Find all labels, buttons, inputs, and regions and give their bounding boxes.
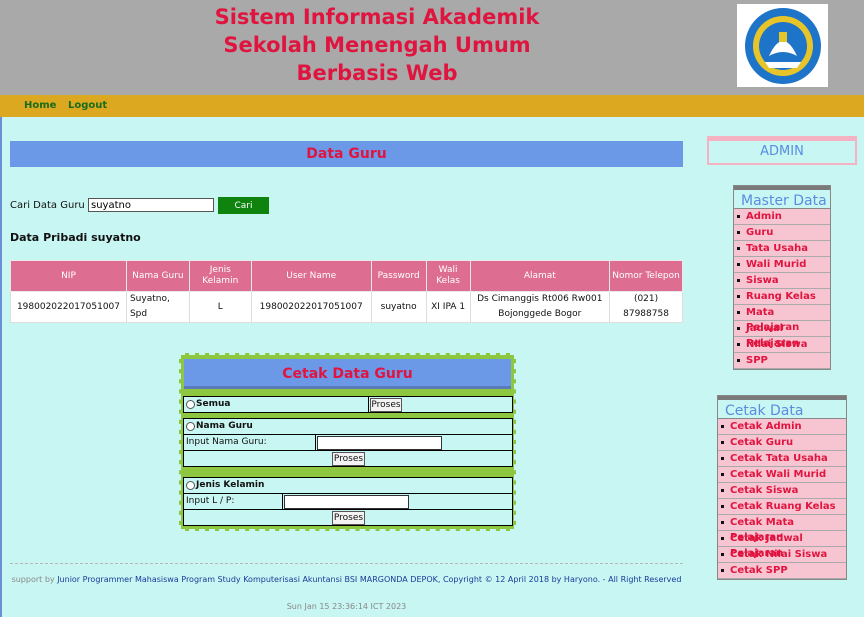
menu-item-siswa[interactable]: Siswa bbox=[734, 273, 830, 289]
menu-item-mata-pelajaran[interactable]: Mata Pelajaran bbox=[734, 305, 830, 333]
jenis-kelamin-label: Jenis Kelamin bbox=[196, 480, 265, 490]
logout-link[interactable]: Logout bbox=[68, 100, 107, 111]
page-title: Data Guru bbox=[10, 141, 683, 167]
jenis-kelamin-option: Jenis Kelamin bbox=[186, 480, 264, 490]
navbar: Home Logout bbox=[0, 95, 864, 117]
menu-item-wali-murid[interactable]: Wali Murid bbox=[734, 257, 830, 273]
menu-item-jadwal-pelajaran[interactable]: Jadwal Pelajaran bbox=[734, 321, 830, 349]
header-jenis-kelamin: Jenis Kelamin bbox=[188, 260, 252, 292]
cetak-data-menu: Cetak Data Cetak Admin Cetak Guru Cetak … bbox=[717, 395, 847, 580]
jenis-kelamin-input[interactable] bbox=[284, 495, 409, 509]
menu-item-cetak-spp[interactable]: Cetak SPP bbox=[718, 563, 846, 579]
footer-date: Sun Jan 15 23:36:14 ICT 2023 bbox=[286, 602, 407, 611]
search-button[interactable]: Cari bbox=[218, 197, 269, 214]
home-link[interactable]: Home bbox=[24, 100, 56, 111]
site-title-line3: Berbasis Web bbox=[296, 61, 458, 85]
header-nip: NIP bbox=[10, 260, 127, 292]
guru-table: NIP Nama Guru Jenis Kelamin User Name Pa… bbox=[10, 260, 683, 323]
cetak-row-nama-guru: Nama Guru Input Nama Guru: Proses bbox=[183, 418, 513, 467]
menu-item-cetak-nilai-siswa[interactable]: Cetak Nilai Siswa bbox=[718, 547, 846, 563]
menu-item-cetak-siswa[interactable]: Cetak Siswa bbox=[718, 483, 846, 499]
menu-item-cetak-admin[interactable]: Cetak Admin bbox=[718, 419, 846, 435]
footer-prefix: support by bbox=[11, 575, 55, 584]
header-user-name: User Name bbox=[250, 260, 372, 292]
master-data-menu: Master Data Admin Guru Tata Usaha Wali M… bbox=[733, 185, 831, 370]
menu-item-tata-usaha[interactable]: Tata Usaha bbox=[734, 241, 830, 257]
menu-item-cetak-guru[interactable]: Cetak Guru bbox=[718, 435, 846, 451]
semua-label: Semua bbox=[196, 399, 231, 409]
menu-item-cetak-ruang-kelas[interactable]: Cetak Ruang Kelas bbox=[718, 499, 846, 515]
nama-guru-option: Nama Guru bbox=[186, 421, 253, 431]
proses-semua-button[interactable]: Proses bbox=[370, 398, 402, 412]
header-alamat: Alamat bbox=[469, 260, 611, 292]
cell-alamat: Ds Cimanggis Rt006 Rw001 Bojonggede Bogo… bbox=[469, 291, 611, 323]
footer-credit: Junior Programmer Mahasiswa Program Stud… bbox=[57, 575, 682, 584]
section-title: Data Pribadi suyatno bbox=[10, 231, 141, 244]
cell-nip: 198002022017051007 bbox=[10, 291, 127, 323]
menu-item-spp[interactable]: SPP bbox=[734, 353, 830, 369]
menu-item-guru[interactable]: Guru bbox=[734, 225, 830, 241]
table-header-row: NIP Nama Guru Jenis Kelamin User Name Pa… bbox=[10, 260, 683, 292]
menu-item-cetak-wali-murid[interactable]: Cetak Wali Murid bbox=[718, 467, 846, 483]
site-title: Sistem Informasi Akademik Sekolah Meneng… bbox=[150, 3, 604, 87]
search-label: Cari Data Guru : bbox=[10, 200, 92, 211]
footer-divider bbox=[10, 563, 683, 564]
footer: support by Junior Programmer Mahasiswa P… bbox=[10, 572, 683, 587]
menu-item-admin[interactable]: Admin bbox=[734, 209, 830, 225]
semua-radio[interactable] bbox=[186, 399, 195, 409]
cetak-title: Cetak Data Guru bbox=[184, 359, 511, 389]
table-row: 198002022017051007 Suyatno, Spd L 198002… bbox=[10, 291, 683, 323]
nama-guru-label: Nama Guru bbox=[196, 421, 253, 431]
header-nomor-telepon: Nomor Telepon bbox=[609, 260, 683, 292]
proses-nama-guru-button[interactable]: Proses bbox=[332, 452, 365, 466]
admin-badge: ADMIN bbox=[707, 136, 857, 165]
input-lp-label: Input L / P: bbox=[186, 496, 235, 506]
menu-item-cetak-jadwal-pelajaran[interactable]: Cetak Jadwal Pelajaran bbox=[718, 531, 846, 559]
site-title-line1: Sistem Informasi Akademik bbox=[214, 5, 540, 29]
cetak-data-guru-panel: Cetak Data Guru Semua Proses Nama Guru I… bbox=[179, 353, 516, 531]
cell-nama-guru: Suyatno, Spd bbox=[125, 291, 190, 323]
header-banner: Sistem Informasi Akademik Sekolah Meneng… bbox=[0, 0, 864, 95]
input-nama-guru-label: Input Nama Guru: bbox=[186, 437, 267, 447]
menu-item-cetak-mata-pelajaran[interactable]: Cetak Mata Pelajaran bbox=[718, 515, 846, 543]
cetak-data-title: Cetak Data bbox=[718, 396, 846, 419]
menu-item-cetak-tata-usaha[interactable]: Cetak Tata Usaha bbox=[718, 451, 846, 467]
tut-wuri-handayani-logo-icon bbox=[737, 4, 828, 87]
cetak-row-semua: Semua Proses bbox=[183, 396, 513, 413]
search-input[interactable] bbox=[88, 198, 214, 212]
cell-wali-kelas: XI IPA 1 bbox=[425, 291, 471, 323]
header-nama-guru: Nama Guru bbox=[125, 260, 190, 292]
header-password: Password bbox=[370, 260, 427, 292]
nama-guru-input[interactable] bbox=[317, 436, 442, 450]
menu-item-nilai-siswa[interactable]: Nilai Siswa bbox=[734, 337, 830, 353]
jenis-kelamin-radio[interactable] bbox=[186, 480, 195, 490]
proses-jenis-kelamin-button[interactable]: Proses bbox=[332, 511, 365, 525]
nama-guru-radio[interactable] bbox=[186, 421, 195, 431]
master-data-title: Master Data bbox=[734, 186, 830, 209]
menu-item-ruang-kelas[interactable]: Ruang Kelas bbox=[734, 289, 830, 305]
header-wali-kelas: Wali Kelas bbox=[425, 260, 471, 292]
cell-nomor-telepon: (021) 87988758 bbox=[609, 291, 683, 323]
cell-jenis-kelamin: L bbox=[188, 291, 252, 323]
cell-password: suyatno bbox=[370, 291, 427, 323]
site-title-line2: Sekolah Menengah Umum bbox=[223, 33, 531, 57]
semua-option: Semua bbox=[186, 399, 230, 409]
cell-user-name: 198002022017051007 bbox=[250, 291, 372, 323]
cetak-row-jenis-kelamin: Jenis Kelamin Input L / P: Proses bbox=[183, 477, 513, 526]
